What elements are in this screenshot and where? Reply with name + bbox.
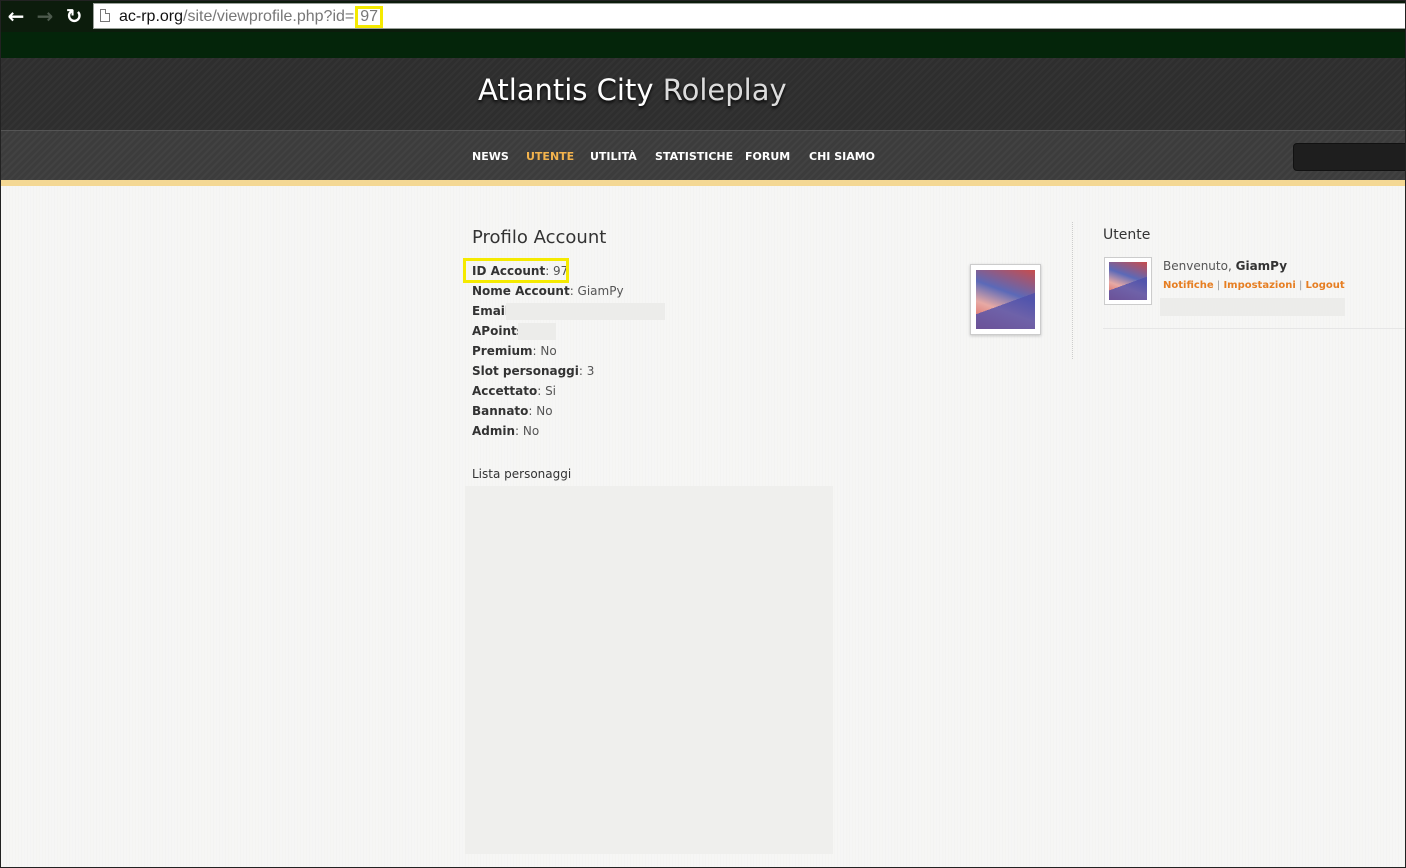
characters-list [465,486,833,854]
url-id-highlight: 97 [355,6,384,28]
url-path: /site/viewprofile.php?id= [183,8,355,25]
field-label: Premium [472,344,533,358]
sidebar-divider [1103,328,1406,329]
logout-link[interactable]: Logout [1306,280,1345,291]
sidebar-links: Notifiche | Impostazioni | Logout [1163,280,1345,291]
main-nav: NEWS UTENTE UTILITÀ STATISTICHE FORUM CH… [0,130,1406,181]
welcome-username: GiamPy [1235,259,1288,273]
nav-item-forum[interactable]: FORUM [745,150,790,163]
forward-arrow-icon[interactable]: → [34,5,56,27]
characters-list-title: Lista personaggi [472,467,572,481]
search-input[interactable] [1293,143,1406,171]
sidebar-redacted [1160,298,1345,316]
page-title: Profilo Account [472,227,607,248]
nav-item-news[interactable]: NEWS [472,150,509,163]
field-label: Admin [472,424,516,438]
field-bannato: Bannato: No [472,404,553,418]
field-value: GiamPy [577,284,624,298]
site-title-sub: Roleplay [662,73,787,107]
page-icon [100,9,110,22]
email-redacted [506,303,665,320]
field-label: Email [472,304,510,318]
site-title[interactable]: Atlantis City Roleplay [478,73,787,107]
field-label: Nome Account [472,284,570,298]
sidebar-title: Utente [1103,227,1151,243]
field-label: Slot personaggi [472,364,579,378]
welcome-text: Benvenuto, GiamPy [1163,259,1287,273]
field-slot-personaggi: Slot personaggi: 3 [472,364,595,378]
nav-item-utilita[interactable]: UTILITÀ [590,150,637,163]
reload-icon[interactable]: ↻ [63,5,85,27]
nav-item-utente[interactable]: UTENTE [526,150,574,163]
bookmarks-strip [0,32,1406,59]
url-text: ac-rp.org/site/viewprofile.php?id= 97 [119,6,384,28]
nav-item-chi-siamo[interactable]: CHI SIAMO [809,150,875,163]
field-admin: Admin: No [472,424,540,438]
notifiche-link[interactable]: Notifiche [1163,280,1214,291]
field-label: APoints [472,324,524,338]
url-domain: ac-rp.org [119,8,184,25]
apoints-redacted [518,323,556,340]
browser-toolbar: ← → ↻ ac-rp.org/site/viewprofile.php?id=… [0,0,1406,32]
avatar-image [976,270,1035,329]
field-label: Accettato [472,384,538,398]
sidebar-avatar[interactable] [1104,257,1152,305]
sidebar-avatar-image [1109,262,1147,300]
field-accettato: Accettato: Si [472,384,557,398]
field-label: Bannato [472,404,529,418]
impostazioni-link[interactable]: Impostazioni [1223,280,1295,291]
field-value: No [522,424,540,438]
field-premium: Premium: No [472,344,557,358]
accent-divider [0,180,1406,186]
field-value: Si [545,384,557,398]
profile-avatar [970,264,1041,335]
address-bar[interactable]: ac-rp.org/site/viewprofile.php?id= 97 [93,3,1406,29]
field-value: No [536,404,553,418]
field-nome-account: Nome Account: GiamPy [472,284,624,298]
back-arrow-icon[interactable]: ← [5,5,27,27]
site-title-main: Atlantis City [478,73,654,107]
column-separator [1072,222,1073,359]
site-header: Atlantis City Roleplay [0,58,1406,130]
field-value: No [540,344,557,358]
field-value: 3 [586,364,595,378]
nav-item-statistiche[interactable]: STATISTICHE [655,150,733,163]
id-highlight-box [463,258,569,283]
welcome-prefix: Benvenuto, [1163,259,1232,273]
